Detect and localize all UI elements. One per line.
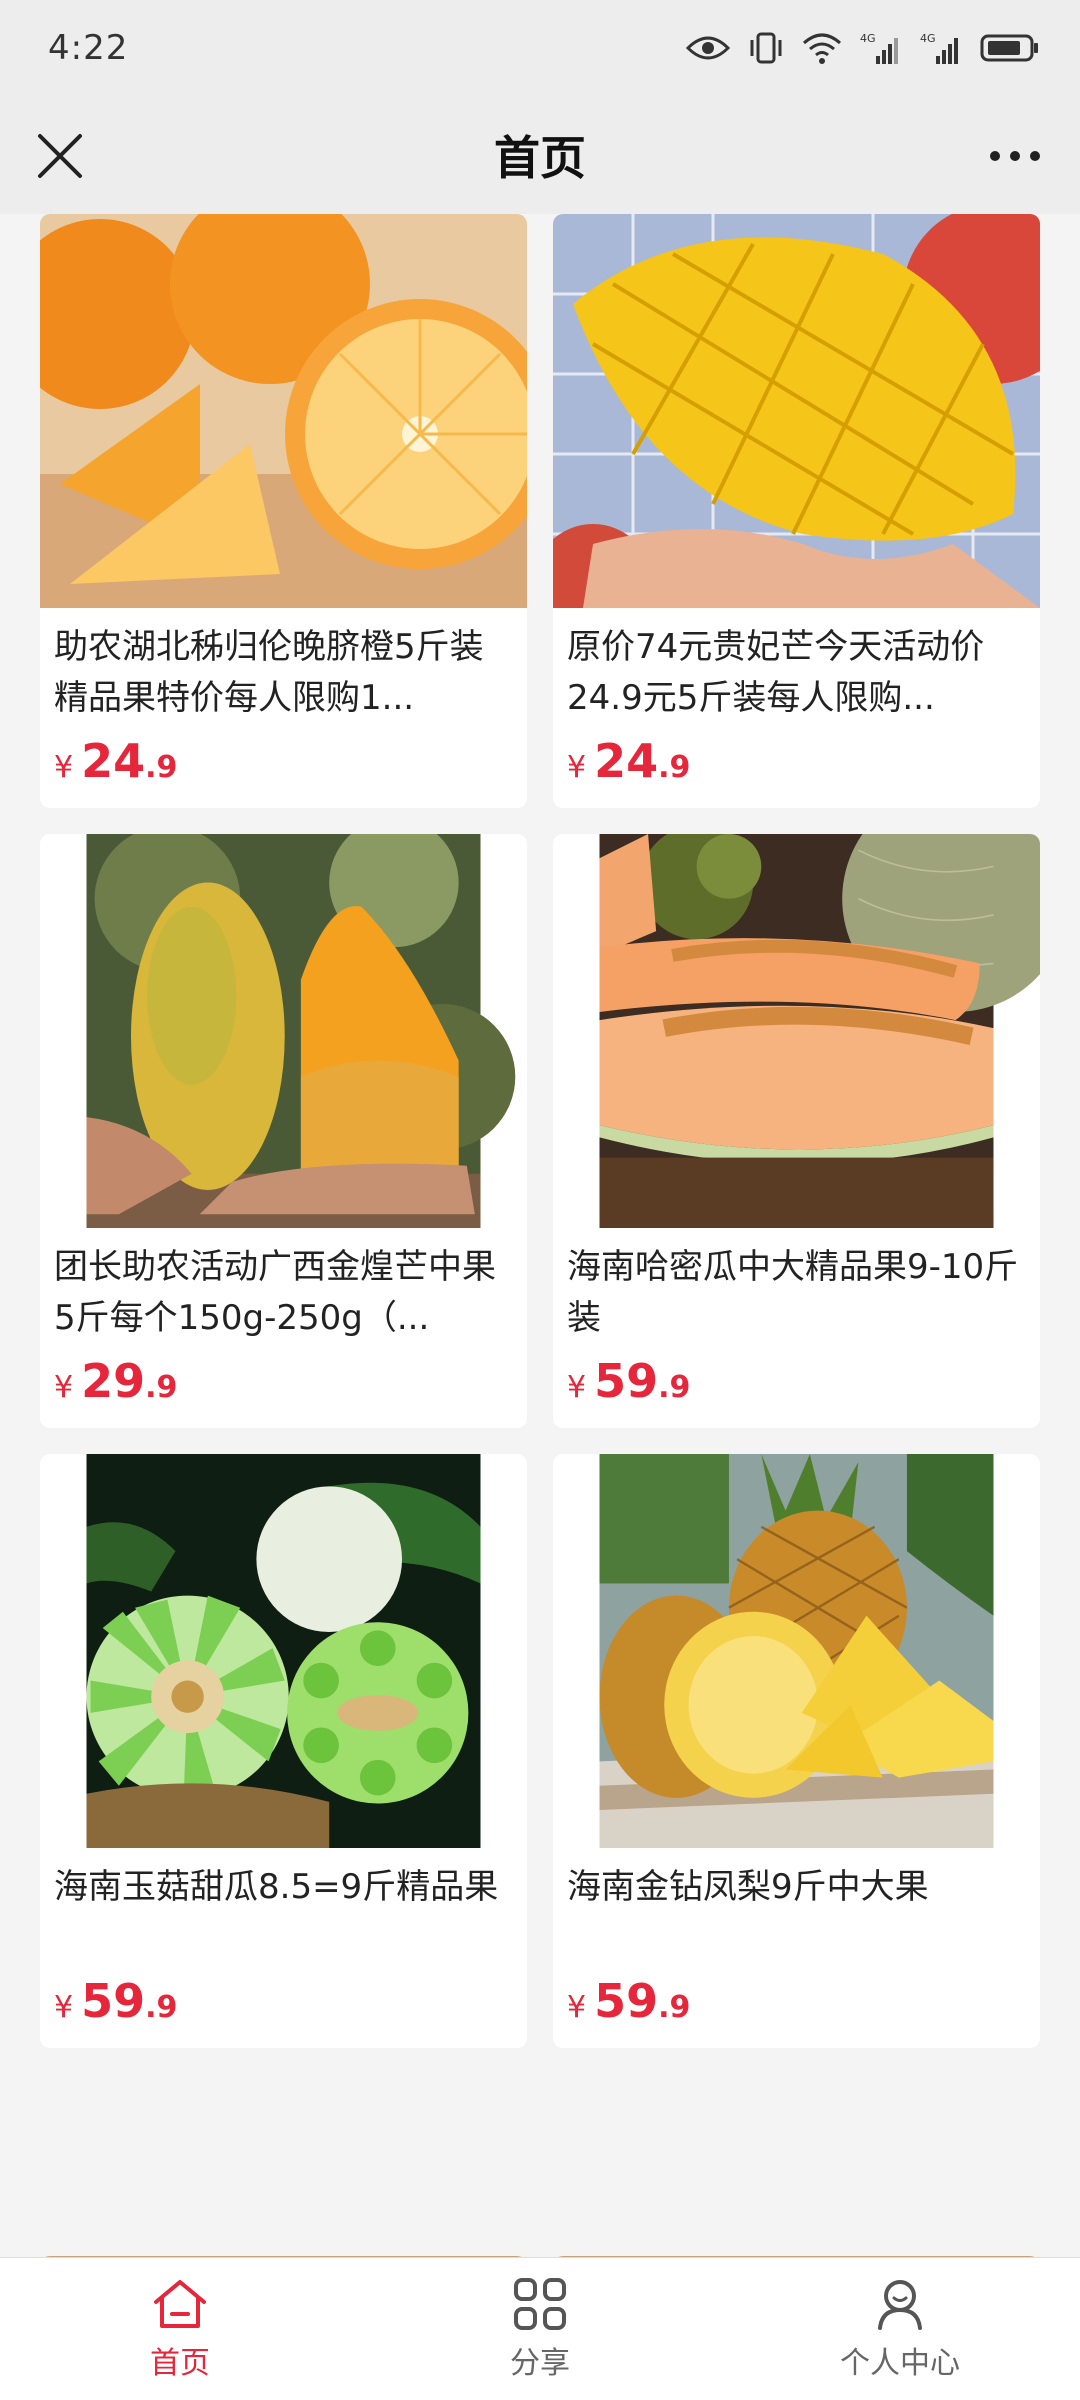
battery-icon (980, 34, 1038, 62)
price-integer: 59 (594, 1354, 659, 1408)
price-integer: 24 (594, 734, 659, 788)
svg-text:4G: 4G (920, 32, 936, 45)
price-currency: ¥ (567, 750, 587, 785)
eye-icon (686, 36, 730, 60)
product-name: 海南金钻凤梨9斤中大果 (567, 1867, 929, 1907)
product-card[interactable]: 海南玉菇甜瓜8.5=9斤精品果 ¥ 59 .9 (40, 1454, 527, 2048)
product-card[interactable]: 原价74元贵妃芒今天活动价24.9元5斤装每人限购... ¥ 24 .9 (553, 214, 1040, 808)
product-card[interactable]: 海南哈密瓜中大精品果9-10斤装 ¥ 59 .9 (553, 834, 1040, 1428)
more-options-icon[interactable] (980, 126, 1050, 186)
product-price: ¥ 59 .9 (567, 1354, 1026, 1408)
product-image-mango[interactable] (553, 214, 1040, 608)
price-integer: 29 (81, 1354, 146, 1408)
close-icon[interactable] (30, 126, 90, 186)
product-card[interactable]: 团长助农活动广西金煌芒中果5斤每个150g-250g（... ¥ 29 .9 (40, 834, 527, 1428)
product-price: ¥ 59 .9 (54, 1974, 513, 2028)
product-price: ¥ 24 .9 (54, 734, 513, 788)
price-integer: 59 (594, 1974, 659, 2028)
price-decimal: .9 (145, 1990, 178, 2025)
status-icons: 4G 4G (686, 30, 1040, 66)
product-name: 原价74元贵妃芒今天活动价24.9元5斤装每人限购... (567, 627, 985, 718)
price-currency: ¥ (54, 1990, 74, 2025)
product-image-oranges[interactable] (40, 214, 527, 608)
product-image-pineapple[interactable] (553, 1454, 1040, 1848)
nav-label-share: 分享 (510, 2346, 570, 2381)
product-price: ¥ 29 .9 (54, 1354, 513, 1408)
product-name: 海南玉菇甜瓜8.5=9斤精品果 (54, 1867, 499, 1907)
product-price: ¥ 24 .9 (567, 734, 1026, 788)
price-currency: ¥ (54, 750, 74, 785)
status-bar: 4:22 4G 4G (0, 0, 1080, 96)
grid-icon (514, 2278, 566, 2330)
product-card[interactable]: 助农湖北秭归伦晚脐橙5斤装精品果特价每人限购1... ¥ 24 .9 (40, 214, 527, 808)
price-integer: 24 (81, 734, 146, 788)
user-icon (878, 2280, 922, 2330)
nav-item-share[interactable]: 分享 (360, 2258, 720, 2400)
nav-label-home: 首页 (150, 2346, 210, 2381)
page-title: 首页 (494, 131, 586, 185)
price-decimal: .9 (658, 1370, 691, 1405)
svg-text:4G: 4G (860, 32, 876, 45)
wifi-icon (803, 33, 841, 64)
product-card[interactable]: 海南金钻凤梨9斤中大果 ¥ 59 .9 (553, 1454, 1040, 2048)
price-currency: ¥ (567, 1370, 587, 1405)
vibrate-icon (750, 32, 782, 64)
signal-4g-icon-2: 4G (920, 32, 958, 64)
product-name: 助农湖北秭归伦晚脐橙5斤装精品果特价每人限购1... (54, 627, 484, 718)
home-icon (154, 2280, 206, 2328)
price-decimal: .9 (658, 750, 691, 785)
nav-label-profile: 个人中心 (840, 2346, 960, 2381)
price-integer: 59 (81, 1974, 146, 2028)
product-grid: 助农湖北秭归伦晚脐橙5斤装精品果特价每人限购1... ¥ 24 .9 原价74元… (40, 214, 1040, 2048)
price-currency: ¥ (567, 1990, 587, 2025)
price-decimal: .9 (145, 1370, 178, 1405)
product-price: ¥ 59 .9 (567, 1974, 1026, 2028)
product-name: 海南哈密瓜中大精品果9-10斤装 (567, 1247, 1019, 1338)
bottom-nav: 首页 分享 个人中心 (0, 2257, 1080, 2400)
product-image-hami-melon[interactable] (553, 834, 1040, 1228)
product-name: 团长助农活动广西金煌芒中果5斤每个150g-250g（... (54, 1247, 496, 1338)
product-image-jinhuang-mango[interactable] (40, 834, 527, 1228)
price-currency: ¥ (54, 1370, 74, 1405)
price-decimal: .9 (658, 1990, 691, 2025)
status-time: 4:22 (48, 28, 129, 68)
signal-4g-icon-1: 4G (860, 32, 898, 64)
nav-item-home[interactable]: 首页 (0, 2258, 360, 2400)
nav-item-profile[interactable]: 个人中心 (720, 2258, 1080, 2400)
product-image-jade-melon[interactable] (40, 1454, 527, 1848)
title-bar: 首页 (0, 96, 1080, 214)
price-decimal: .9 (145, 750, 178, 785)
